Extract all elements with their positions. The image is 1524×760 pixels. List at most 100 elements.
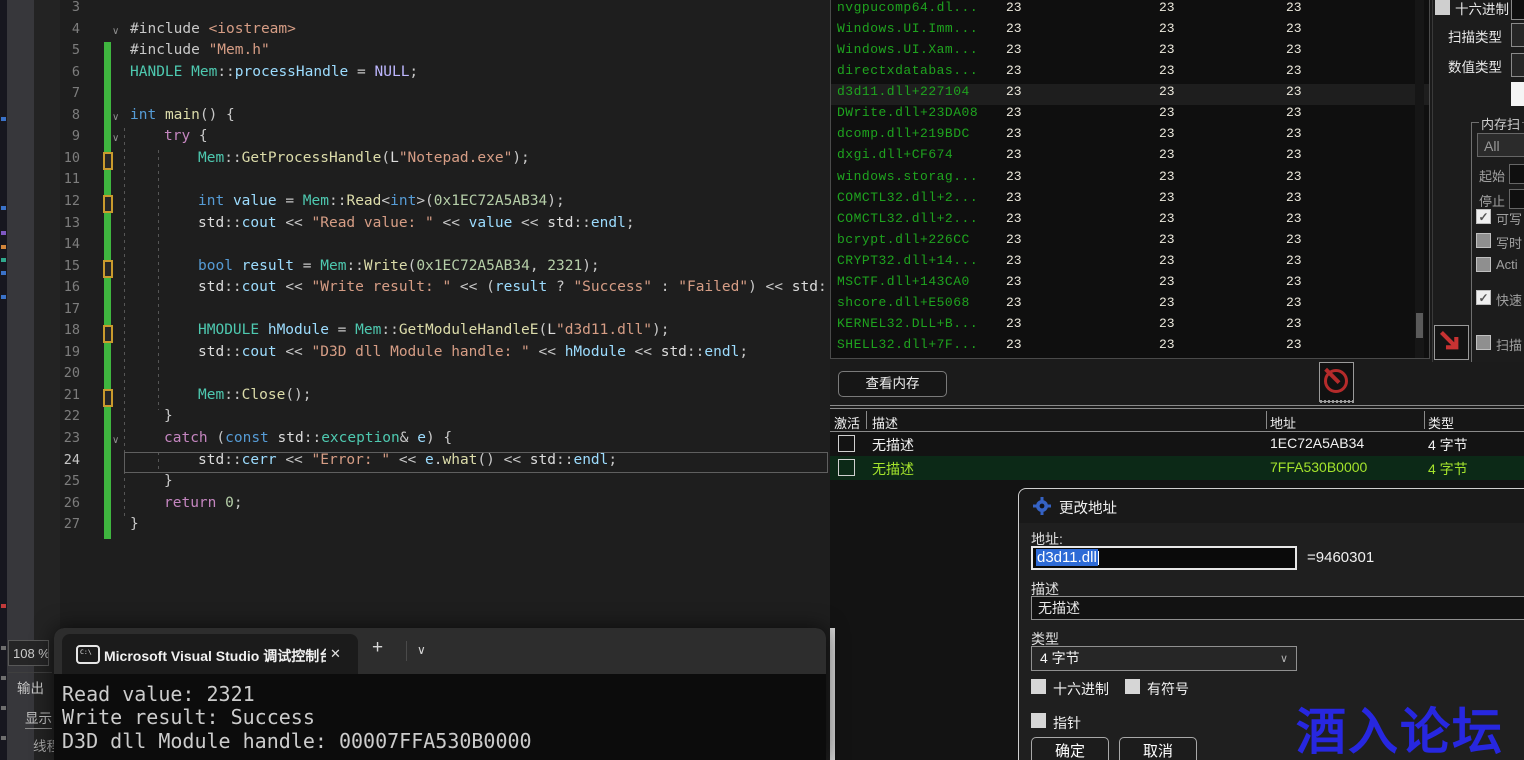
scan-result-row[interactable]: KERNEL32.DLL+B...232323 xyxy=(831,316,1429,337)
col-address[interactable]: 地址 xyxy=(1270,413,1296,432)
scan-result-row[interactable]: windows.storag...232323 xyxy=(831,169,1429,190)
terminal-window[interactable]: C:\ Microsoft Visual Studio 调试控制台 ✕ + ∨ … xyxy=(54,628,826,760)
fold-chevron-icon[interactable]: ∨ xyxy=(112,128,119,150)
scan-scrollbar[interactable] xyxy=(1415,0,1424,359)
panel-splitter[interactable] xyxy=(830,405,1524,406)
option-checkbox-partial[interactable] xyxy=(1476,233,1491,248)
scan-result-row[interactable]: Windows.UI.Imm...232323 xyxy=(831,21,1429,42)
option-checkbox-partial[interactable] xyxy=(1476,335,1491,350)
code-text: #include "Mem.h" xyxy=(130,42,270,58)
option-checkbox-checked[interactable]: ✓ xyxy=(1476,290,1491,305)
address-list: 激活 描述 地址 类型 无描述1EC72A5AB344 字节无描述7FFA530… xyxy=(830,408,1524,484)
scan-result-row[interactable]: SHELL32.dll+7F...232323 xyxy=(831,337,1429,358)
address-resolved-value: =9460301 xyxy=(1307,549,1374,566)
minimap-mark xyxy=(1,258,6,262)
hex-checkbox[interactable] xyxy=(1031,679,1046,694)
memory-view-button[interactable]: 查看内存 xyxy=(838,371,947,397)
region-dropdown[interactable]: All xyxy=(1477,133,1524,157)
code-line-10: 10Mem::GetProcessHandle(L"Notepad.exe"); xyxy=(34,150,830,172)
start-input-edge[interactable] xyxy=(1509,164,1524,184)
address-input[interactable]: d3d11.dll xyxy=(1031,546,1297,570)
no-entry-button[interactable] xyxy=(1319,362,1354,402)
code-text: bool result = Mem::Write(0x1EC72A5AB34, … xyxy=(198,258,600,274)
scan-value: 23 xyxy=(1006,84,1022,99)
scan-value: 23 xyxy=(1006,190,1022,205)
scan-result-row[interactable]: DWrite.dll+23DA08232323 xyxy=(831,105,1429,126)
scan-result-row[interactable]: Windows.UI.Xam...232323 xyxy=(831,42,1429,63)
scan-address: COMCTL32.dll+2... xyxy=(837,211,978,226)
scan-result-row[interactable]: dxgi.dll+CF674232323 xyxy=(831,147,1429,168)
start-label: 起始 xyxy=(1479,166,1505,185)
scan-value: 23 xyxy=(1006,253,1022,268)
scan-type-dropdown-edge[interactable] xyxy=(1511,23,1524,47)
code-text: HANDLE Mem::processHandle = NULL; xyxy=(130,64,418,80)
fold-chevron-icon[interactable]: ∨ xyxy=(112,430,119,452)
scan-result-row[interactable]: nvgpucomp64.dl...232323 xyxy=(831,0,1429,21)
scan-value: 23 xyxy=(1006,295,1022,310)
col-description[interactable]: 描述 xyxy=(872,413,898,432)
code-line-9: 9∨try { xyxy=(34,128,830,150)
scan-result-row[interactable]: COMCTL32.dll+2...232323 xyxy=(831,190,1429,211)
col-type[interactable]: 类型 xyxy=(1428,413,1454,432)
scan-result-row[interactable]: directxdatabas...232323 xyxy=(831,63,1429,84)
pointer-checkbox[interactable] xyxy=(1031,713,1046,728)
type-select[interactable]: 4 字节 ∨ xyxy=(1031,646,1297,671)
active-checkbox[interactable] xyxy=(838,435,855,452)
scan-result-row[interactable]: shcore.dll+E5068232323 xyxy=(831,295,1429,316)
scan-value: 23 xyxy=(1159,169,1175,184)
code-line-8: 8∨int main() { xyxy=(34,107,830,129)
line-number: 22 xyxy=(34,408,80,424)
scan-options-panel: 十六进制 扫描类型 数值类型 内存扫 All 起始 停止 ✓可写写时Acti✓快… xyxy=(1432,0,1524,362)
show-source-label[interactable]: 显示 xyxy=(25,707,52,729)
code-text: } xyxy=(130,516,139,532)
address-table-row[interactable]: 无描述7FFA530B00004 字节 xyxy=(830,456,1524,480)
code-text: return 0; xyxy=(164,495,243,511)
value-input-edge[interactable] xyxy=(1511,0,1524,20)
code-line-3: 3 xyxy=(34,0,830,21)
scan-value: 23 xyxy=(1006,169,1022,184)
scan-result-row[interactable]: COMCTL32.dll+2...232323 xyxy=(831,211,1429,232)
description-input[interactable]: 无描述 xyxy=(1031,596,1524,620)
value-type-dropdown-edge[interactable] xyxy=(1511,53,1524,77)
red-arrow-button[interactable] xyxy=(1434,325,1469,360)
scan-scrollbar-thumb[interactable] xyxy=(1416,313,1423,338)
editor-zoom-level[interactable]: 108 % xyxy=(8,640,49,666)
minimap-mark xyxy=(1,706,6,710)
splitter-grip-dots[interactable] xyxy=(1320,400,1354,403)
scan-results-panel[interactable]: nvgpucomp64.dl...232323Windows.UI.Imm...… xyxy=(830,0,1430,359)
scan-address: bcrypt.dll+226CC xyxy=(837,232,970,247)
active-checkbox[interactable] xyxy=(838,459,855,476)
forum-watermark: 酒入论坛 xyxy=(1296,692,1504,760)
scan-value: 23 xyxy=(1006,316,1022,331)
scan-result-row[interactable]: CRYPT32.dll+14...232323 xyxy=(831,253,1429,274)
scan-address: DWrite.dll+23DA08 xyxy=(837,105,978,120)
code-line-15: 15bool result = Mem::Write(0x1EC72A5AB34… xyxy=(34,258,830,280)
ok-button[interactable]: 确定 xyxy=(1031,737,1109,760)
scan-result-row[interactable]: dcomp.dll+219BDC232323 xyxy=(831,126,1429,147)
option-checkbox-checked[interactable]: ✓ xyxy=(1476,209,1491,224)
dialog-titlebar[interactable]: 更改地址 xyxy=(1019,489,1524,523)
fold-chevron-icon[interactable]: ∨ xyxy=(112,21,119,43)
output-panel-label[interactable]: 输出 xyxy=(17,677,44,697)
col-active[interactable]: 激活 xyxy=(834,413,860,432)
chevron-down-icon[interactable]: ∨ xyxy=(417,643,426,657)
scan-value: 23 xyxy=(1286,232,1302,247)
option-checkbox-partial[interactable] xyxy=(1476,257,1491,272)
scan-result-row[interactable]: bcrypt.dll+226CC232323 xyxy=(831,232,1429,253)
scan-address: KERNEL32.DLL+B... xyxy=(837,316,978,331)
fold-chevron-icon[interactable]: ∨ xyxy=(112,107,119,129)
terminal-tab[interactable]: C:\ Microsoft Visual Studio 调试控制台 ✕ xyxy=(62,634,358,674)
signed-checkbox[interactable] xyxy=(1125,679,1140,694)
new-tab-button[interactable]: + xyxy=(372,637,383,659)
scan-result-row[interactable]: d3d11.dll+227104232323 xyxy=(831,84,1429,105)
scan-address: Windows.UI.Xam... xyxy=(837,42,978,57)
hex-checkbox[interactable] xyxy=(1435,0,1450,15)
close-icon[interactable]: ✕ xyxy=(330,646,341,662)
scan-result-row[interactable]: MSCTF.dll+143CA0232323 xyxy=(831,274,1429,295)
cancel-button[interactable]: 取消 xyxy=(1119,737,1197,760)
stop-input-edge[interactable] xyxy=(1509,189,1524,209)
address-table-row[interactable]: 无描述1EC72A5AB344 字节 xyxy=(830,432,1524,456)
scan-value: 23 xyxy=(1286,21,1302,36)
line-number: 20 xyxy=(34,365,80,381)
address-cell: 7FFA530B0000 xyxy=(1270,459,1367,475)
